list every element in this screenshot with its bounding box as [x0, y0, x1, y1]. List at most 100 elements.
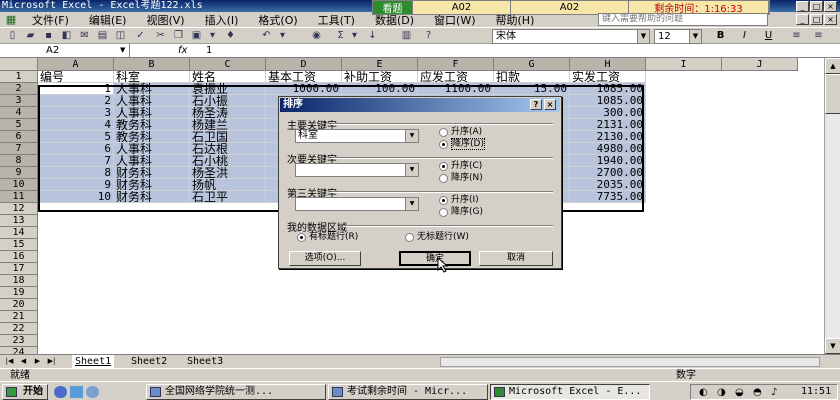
- select-all-corner[interactable]: [0, 58, 38, 71]
- menu-tools[interactable]: 工具(T): [308, 12, 365, 28]
- email-icon[interactable]: ✉: [78, 30, 91, 42]
- hyperlink-icon[interactable]: ◉: [310, 30, 323, 42]
- excel-doc-icon[interactable]: ▦: [0, 13, 22, 26]
- task-excel[interactable]: Microsoft Excel - E...: [490, 384, 650, 400]
- name-box-dropdown-icon[interactable]: ▼: [120, 44, 125, 57]
- dialog-help-icon[interactable]: ?: [530, 99, 542, 110]
- row-header-3[interactable]: 3: [0, 95, 38, 107]
- cell-h1[interactable]: 实发工资: [570, 71, 646, 83]
- row-header-4[interactable]: 4: [0, 107, 38, 119]
- volume-icon[interactable]: ♪: [771, 387, 777, 398]
- undo-icon[interactable]: ↶: [260, 30, 273, 42]
- font-name-select[interactable]: 宋体 ▼: [492, 29, 650, 44]
- last-sheet-icon[interactable]: ▶|: [46, 356, 57, 367]
- row-header-14[interactable]: 14: [0, 227, 38, 239]
- row-header-1[interactable]: 1: [0, 71, 38, 83]
- tertiary-asc-radio[interactable]: 升序(I): [439, 195, 479, 206]
- row-header-10[interactable]: 10: [0, 179, 38, 191]
- row-header-15[interactable]: 15: [0, 239, 38, 251]
- doc-close-icon[interactable]: ×: [824, 14, 837, 25]
- minimize-icon[interactable]: _: [796, 1, 809, 12]
- tertiary-desc-radio[interactable]: 降序(G): [439, 207, 483, 218]
- dialog-title-bar[interactable]: 排序 ? ×: [280, 98, 560, 112]
- primary-key-select[interactable]: 科室 ▼: [295, 129, 419, 143]
- secondary-key-select[interactable]: ▼: [295, 163, 419, 177]
- bold-button[interactable]: B: [714, 30, 727, 42]
- print-preview-icon[interactable]: ◫: [114, 30, 127, 42]
- column-header-e[interactable]: E: [342, 58, 418, 71]
- start-button[interactable]: 开始: [2, 384, 48, 400]
- align-left-icon[interactable]: ≡: [790, 30, 803, 42]
- row-header-16[interactable]: 16: [0, 251, 38, 263]
- row-header-24[interactable]: 24: [0, 347, 38, 354]
- autosum-icon[interactable]: Σ: [334, 30, 347, 42]
- tab-sheet2[interactable]: Sheet2: [128, 355, 170, 368]
- tray-icon-2[interactable]: ◑: [717, 387, 726, 398]
- row-header-7[interactable]: 7: [0, 143, 38, 155]
- column-header-c[interactable]: C: [190, 58, 266, 71]
- cell-a1[interactable]: 编号: [38, 71, 114, 83]
- undo-dropdown-icon[interactable]: ▾: [276, 30, 289, 42]
- name-box[interactable]: A2 ▼: [2, 44, 130, 57]
- spelling-icon[interactable]: ✓: [134, 30, 147, 42]
- align-center-icon[interactable]: ≡: [812, 30, 825, 42]
- secondary-key-dropdown-icon[interactable]: ▼: [405, 164, 418, 176]
- menu-data[interactable]: 数据(D): [365, 12, 424, 28]
- row-header-21[interactable]: 21: [0, 311, 38, 323]
- cell-e1[interactable]: 补助工资: [342, 71, 418, 83]
- ok-button[interactable]: 确定: [399, 251, 471, 266]
- permission-icon[interactable]: ◧: [60, 30, 73, 42]
- font-dropdown-icon[interactable]: ▼: [637, 30, 649, 43]
- help-search-input[interactable]: 键入需要帮助的问题: [598, 13, 768, 26]
- menu-insert[interactable]: 插入(I): [195, 12, 249, 28]
- primary-desc-radio[interactable]: 降序(D): [439, 138, 485, 150]
- cell-f1[interactable]: 应发工资: [418, 71, 494, 83]
- tray-icon-1[interactable]: ◐: [699, 387, 708, 398]
- row-header-5[interactable]: 5: [0, 119, 38, 131]
- column-header-d[interactable]: D: [266, 58, 342, 71]
- menu-help[interactable]: 帮助(H): [486, 12, 545, 28]
- cancel-button[interactable]: 取消: [479, 251, 553, 266]
- cell-c1[interactable]: 姓名: [190, 71, 266, 83]
- column-header-i[interactable]: I: [646, 58, 722, 71]
- column-header-j[interactable]: J: [722, 58, 798, 71]
- column-header-b[interactable]: B: [114, 58, 190, 71]
- help-icon[interactable]: ?: [422, 30, 435, 42]
- new-file-icon[interactable]: ▯: [6, 30, 19, 42]
- menu-edit[interactable]: 编辑(E): [79, 12, 137, 28]
- row-header-8[interactable]: 8: [0, 155, 38, 167]
- vertical-scrollbar[interactable]: ▲ ▼: [824, 58, 840, 354]
- column-header-f[interactable]: F: [418, 58, 494, 71]
- scroll-down-icon[interactable]: ▼: [825, 338, 840, 354]
- size-dropdown-icon[interactable]: ▼: [689, 30, 701, 43]
- row-header-18[interactable]: 18: [0, 275, 38, 287]
- options-button[interactable]: 选项(O)...: [289, 251, 361, 266]
- close-icon[interactable]: ×: [824, 1, 837, 12]
- secondary-desc-radio[interactable]: 降序(N): [439, 173, 483, 184]
- cell-b1[interactable]: 科室: [114, 71, 190, 83]
- print-icon[interactable]: ▤: [96, 30, 109, 42]
- row-header-19[interactable]: 19: [0, 287, 38, 299]
- horizontal-scrollbar[interactable]: [440, 357, 820, 367]
- menu-view[interactable]: 视图(V): [136, 12, 194, 28]
- row-header-22[interactable]: 22: [0, 323, 38, 335]
- font-size-select[interactable]: 12 ▼: [654, 29, 702, 44]
- open-folder-icon[interactable]: ▰: [24, 30, 37, 42]
- doc-minimize-icon[interactable]: _: [796, 14, 809, 25]
- dialog-close-icon[interactable]: ×: [544, 99, 556, 110]
- media-quicklaunch-icon[interactable]: [86, 386, 99, 398]
- tertiary-key-select[interactable]: ▼: [295, 197, 419, 211]
- row-header-17[interactable]: 17: [0, 263, 38, 275]
- tab-sheet1[interactable]: Sheet1: [72, 355, 115, 368]
- ie-quicklaunch-icon[interactable]: [54, 386, 67, 398]
- secondary-asc-radio[interactable]: 升序(C): [439, 161, 482, 172]
- column-header-h[interactable]: H: [570, 58, 646, 71]
- autosum-dropdown-icon[interactable]: ▾: [348, 30, 361, 42]
- desktop-quicklaunch-icon[interactable]: [70, 386, 83, 398]
- has-header-radio[interactable]: 有标题行(R): [297, 232, 358, 243]
- formula-input[interactable]: 1: [206, 44, 212, 57]
- row-header-9[interactable]: 9: [0, 167, 38, 179]
- paste-icon[interactable]: ▣: [190, 30, 203, 42]
- format-painter-icon[interactable]: ♦: [224, 30, 237, 42]
- tab-sheet3[interactable]: Sheet3: [184, 355, 226, 368]
